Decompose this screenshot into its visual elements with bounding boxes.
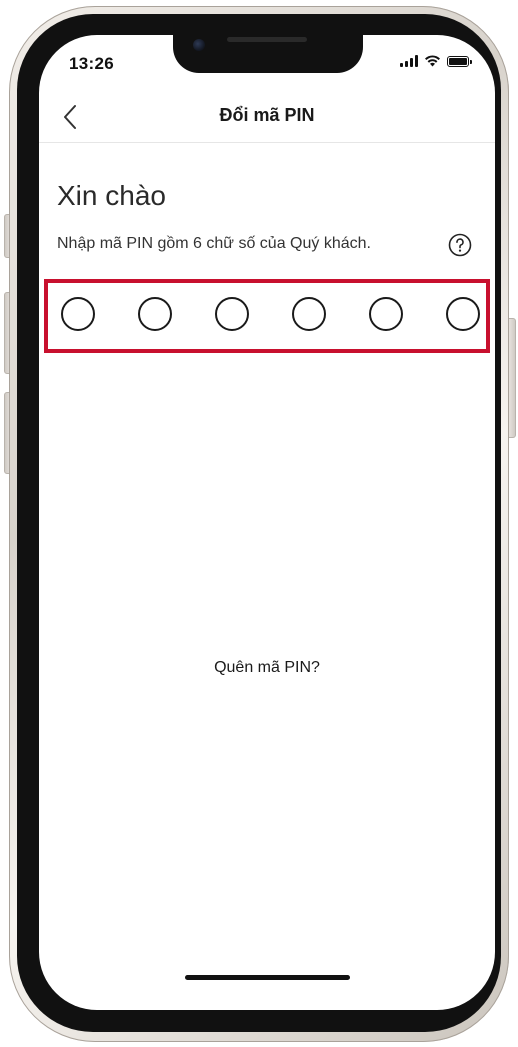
notch [173, 35, 363, 73]
pin-dot-6 [446, 297, 480, 331]
page-title: Đổi mã PIN [219, 105, 315, 125]
pin-input-highlight[interactable] [44, 279, 490, 353]
status-icons [400, 55, 472, 67]
signal-icon [400, 55, 418, 67]
home-indicator[interactable] [185, 975, 350, 980]
phone-screen: 13:26 Đổi mã PIN Xin chào Nhập mã PIN gồ… [39, 35, 495, 1010]
forgot-pin-link[interactable]: Quên mã PIN? [39, 659, 495, 677]
question-circle-icon[interactable] [448, 233, 472, 257]
wifi-icon [425, 55, 440, 67]
earpiece-speaker [227, 37, 307, 42]
pin-dot-2 [138, 297, 172, 331]
front-camera-icon [193, 39, 205, 51]
status-time: 13:26 [69, 54, 114, 73]
pin-dot-1 [61, 297, 95, 331]
pin-dots[interactable] [61, 297, 480, 331]
pin-instruction: Nhập mã PIN gồm 6 chữ số của Quý khách. [57, 235, 371, 252]
battery-icon [447, 55, 472, 67]
pin-dot-3 [215, 297, 249, 331]
pin-dot-5 [369, 297, 403, 331]
pin-dot-4 [292, 297, 326, 331]
navigation-header: Đổi mã PIN [39, 95, 495, 143]
device-mockup: 13:26 Đổi mã PIN Xin chào Nhập mã PIN gồ… [0, 0, 518, 1047]
greeting-heading: Xin chào [57, 180, 166, 211]
